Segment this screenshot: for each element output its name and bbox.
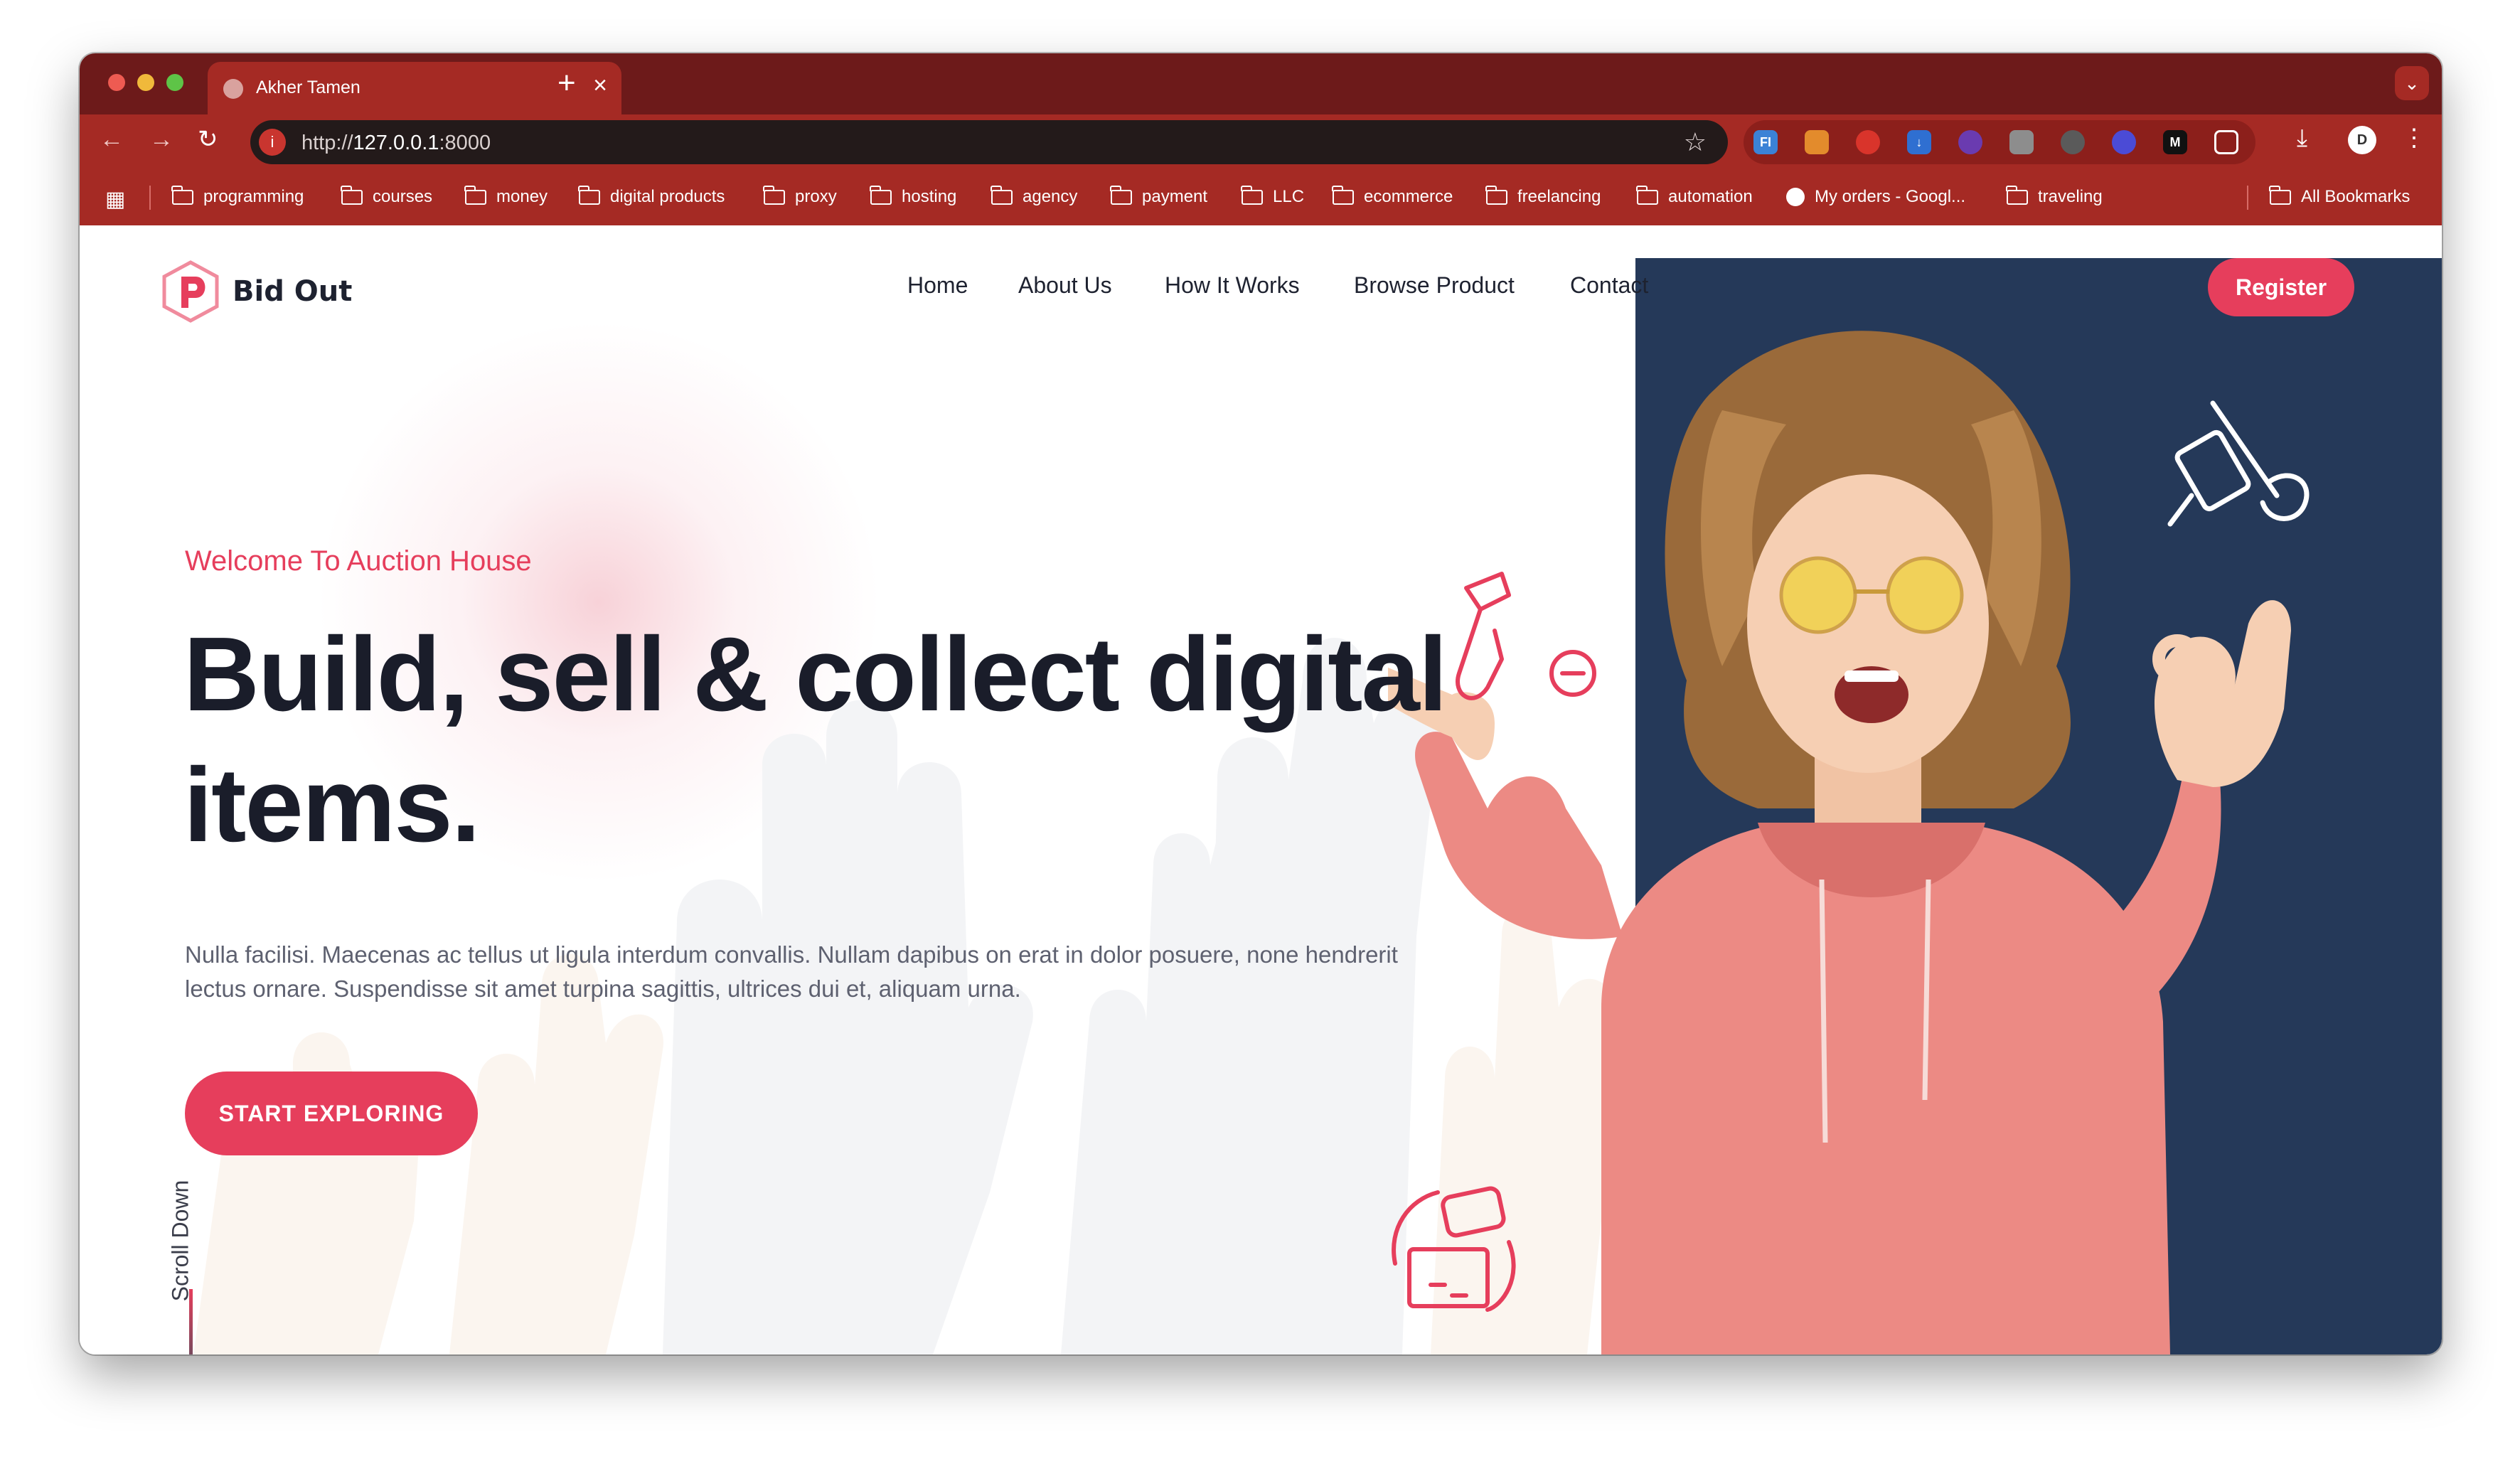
- bookmark-separator: [149, 186, 151, 210]
- close-window-button[interactable]: [108, 74, 125, 91]
- new-tab-button[interactable]: +: [557, 68, 576, 99]
- bookmark-separator: [2247, 186, 2248, 210]
- reload-icon[interactable]: ↻: [198, 127, 218, 151]
- bookmark-programming[interactable]: programming: [171, 185, 304, 207]
- medium-extension-icon[interactable]: M: [2163, 130, 2187, 154]
- page-viewport: Bid Out Home About Us How It Works Brows…: [80, 225, 2442, 1354]
- register-button[interactable]: Register: [2208, 258, 2354, 316]
- fi-extension-icon[interactable]: FI: [1753, 130, 1778, 154]
- nav-home[interactable]: Home: [907, 272, 968, 299]
- bookmark-llc[interactable]: LLC: [1241, 185, 1304, 207]
- minimize-window-button[interactable]: [137, 74, 154, 91]
- folder-icon: [1485, 185, 1507, 205]
- folder-icon: [991, 185, 1013, 205]
- url-text[interactable]: http://127.0.0.1:8000: [301, 132, 491, 155]
- maximize-window-button[interactable]: [166, 74, 183, 91]
- profile-avatar[interactable]: D: [2348, 126, 2376, 154]
- hand-extension-icon[interactable]: [1856, 130, 1880, 154]
- apps-grid-icon[interactable]: ▦: [105, 187, 125, 212]
- bookmark-my-orders[interactable]: My orders - Googl...: [1786, 187, 1965, 207]
- bookmark-hosting[interactable]: hosting: [870, 185, 956, 207]
- bookmarks-bar: ▦ programming courses money digital prod…: [80, 170, 2442, 225]
- browser-window: Akher Tamen × + ⌄ ← → ↻ i http://127.0.0…: [80, 53, 2442, 1354]
- download-extension-icon[interactable]: ↓: [1907, 130, 1931, 154]
- scroll-down-label[interactable]: Scroll Down: [168, 1180, 194, 1302]
- hero-kicker: Welcome To Auction House: [185, 545, 532, 577]
- camera-extension-icon[interactable]: [2009, 130, 2034, 154]
- bookmark-proxy[interactable]: proxy: [763, 185, 837, 207]
- folder-icon: [2269, 185, 2291, 205]
- nav-contact[interactable]: Contact: [1570, 272, 1654, 299]
- site-info-icon[interactable]: i: [259, 129, 286, 156]
- back-arrow-icon[interactable]: ←: [100, 127, 124, 151]
- bookmark-payment[interactable]: payment: [1110, 185, 1207, 207]
- bookmark-agency[interactable]: agency: [991, 185, 1077, 207]
- bookmark-traveling[interactable]: traveling: [2006, 185, 2103, 207]
- download-icon[interactable]: ⤓: [2297, 126, 2307, 150]
- bookmark-ecommerce[interactable]: ecommerce: [1332, 185, 1453, 207]
- puzzle-extensions-icon[interactable]: [2214, 130, 2238, 154]
- bookmark-digital-products[interactable]: digital products: [578, 185, 725, 207]
- tab-strip: Akher Tamen × + ⌄: [80, 53, 2442, 114]
- folder-icon: [1332, 185, 1354, 205]
- folder-icon: [2006, 185, 2028, 205]
- window-controls: [108, 74, 183, 91]
- all-bookmarks[interactable]: All Bookmarks: [2269, 185, 2410, 207]
- menu-kebab-icon[interactable]: ⋮: [2402, 126, 2426, 150]
- browser-toolbar: ← → ↻ i http://127.0.0.1:8000 ☆ FI ↓ M ⤓…: [80, 114, 2442, 170]
- globe-icon: [1786, 188, 1805, 206]
- forward-arrow-icon[interactable]: →: [149, 127, 173, 151]
- hero-description: Nulla facilisi. Maecenas ac tellus ut li…: [185, 941, 1398, 1002]
- bookmark-courses[interactable]: courses: [341, 185, 432, 207]
- start-exploring-button[interactable]: START EXPLORING: [185, 1071, 478, 1155]
- tab-title: Akher Tamen: [256, 78, 361, 97]
- close-tab-icon[interactable]: ×: [593, 73, 607, 97]
- folder-icon: [1110, 185, 1132, 205]
- nav-browse-product[interactable]: Browse Product: [1354, 272, 1515, 299]
- brand-logo[interactable]: Bid Out: [161, 260, 352, 324]
- folder-icon: [763, 185, 785, 205]
- cloud-extension-icon[interactable]: [2061, 130, 2085, 154]
- bookmark-money[interactable]: money: [464, 185, 548, 207]
- nav-how-it-works[interactable]: How It Works: [1165, 272, 1300, 299]
- brand-name: Bid Out: [233, 275, 353, 308]
- scroll-indicator-line: [189, 1289, 193, 1354]
- folder-icon: [171, 185, 193, 205]
- bookmark-star-icon[interactable]: ☆: [1684, 127, 1707, 157]
- folder-icon: [464, 185, 486, 205]
- folder-icon: [870, 185, 892, 205]
- nav-about-us[interactable]: About Us: [1018, 272, 1112, 299]
- bidout-logo-icon: [162, 260, 219, 323]
- orb-extension-icon[interactable]: [1958, 130, 1982, 154]
- bookmark-freelancing[interactable]: freelancing: [1485, 185, 1601, 207]
- gear-extension-icon[interactable]: [2112, 130, 2136, 154]
- globe-icon: [223, 79, 243, 99]
- extensions-group: FI ↓ M: [1744, 120, 2255, 164]
- fox-extension-icon[interactable]: [1805, 130, 1829, 154]
- bookmark-automation[interactable]: automation: [1636, 185, 1753, 207]
- folder-icon: [578, 185, 600, 205]
- folder-icon: [341, 185, 363, 205]
- hero-model-image: [1388, 331, 2310, 1354]
- hero-headline: Build, sell & collect digital items.: [183, 616, 1448, 864]
- folder-icon: [1636, 185, 1658, 205]
- money-exchange-icon: [1392, 1186, 1516, 1312]
- folder-icon: [1241, 185, 1263, 205]
- tab-search-button[interactable]: ⌄: [2395, 66, 2429, 100]
- address-bar[interactable]: i http://127.0.0.1:8000 ☆: [250, 120, 1728, 164]
